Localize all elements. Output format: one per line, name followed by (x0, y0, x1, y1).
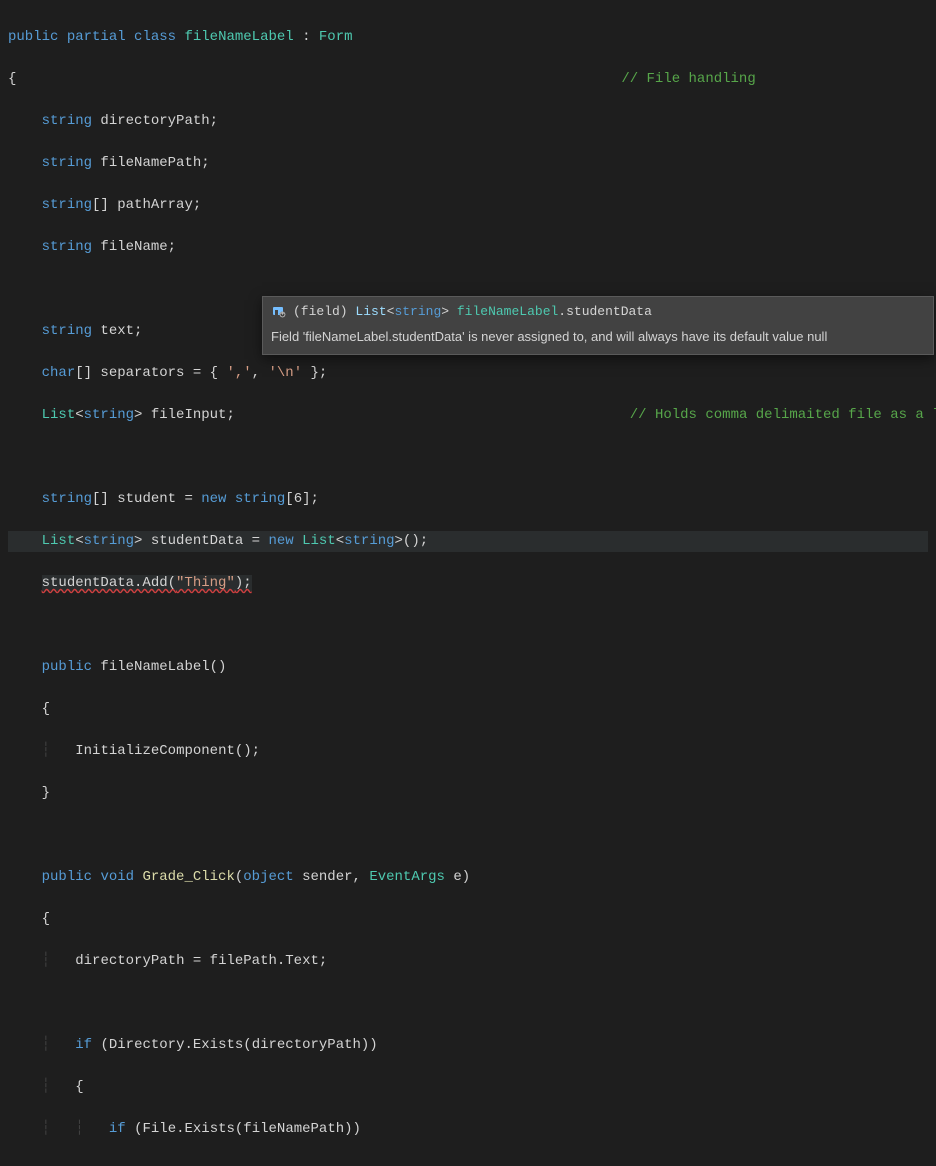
code-line[interactable]: { (8, 699, 928, 720)
code-line[interactable]: string[] student = new string[6]; (8, 489, 928, 510)
code-line[interactable] (8, 447, 928, 468)
tooltip-signature: (field) List<string> fileNameLabel.stude… (293, 304, 652, 319)
tooltip-signature-row: (field) List<string> fileNameLabel.stude… (271, 303, 925, 319)
code-line[interactable]: public fileNameLabel() (8, 657, 928, 678)
field-icon (271, 303, 287, 319)
intellisense-tooltip: (field) List<string> fileNameLabel.stude… (262, 296, 934, 355)
code-line[interactable]: List<string> fileInput; // Holds comma d… (8, 405, 928, 426)
code-line[interactable]: char[] separators = { ',', '\n' }; (8, 363, 928, 384)
code-line[interactable] (8, 993, 928, 1014)
code-line[interactable]: { // File handling (8, 69, 928, 90)
code-line[interactable]: public void Grade_Click(object sender, E… (8, 867, 928, 888)
code-line[interactable]: string directoryPath; (8, 111, 928, 132)
code-line[interactable]: string[] pathArray; (8, 195, 928, 216)
code-line-error[interactable]: studentData.Add("Thing"); (8, 573, 928, 594)
tooltip-message: Field 'fileNameLabel.studentData' is nev… (271, 329, 925, 344)
code-line[interactable]: string fileNamePath; (8, 153, 928, 174)
code-line[interactable] (8, 825, 928, 846)
code-line[interactable]: List<string> studentData = new List<stri… (8, 531, 928, 552)
code-line[interactable]: ┆ { (8, 1077, 928, 1098)
code-line[interactable]: ┆ ┆ if (File.Exists(fileNamePath)) (8, 1119, 928, 1140)
code-line[interactable]: public partial class fileNameLabel : For… (8, 27, 928, 48)
code-line[interactable] (8, 615, 928, 636)
code-line[interactable]: } (8, 783, 928, 804)
code-line[interactable]: ┆ InitializeComponent(); (8, 741, 928, 762)
code-editor[interactable]: public partial class fileNameLabel : For… (0, 0, 936, 1166)
code-line[interactable]: ┆ directoryPath = filePath.Text; (8, 951, 928, 972)
code-line[interactable]: { (8, 909, 928, 930)
code-line[interactable]: ┆ if (Directory.Exists(directoryPath)) (8, 1035, 928, 1056)
code-line[interactable]: string fileName; (8, 237, 928, 258)
